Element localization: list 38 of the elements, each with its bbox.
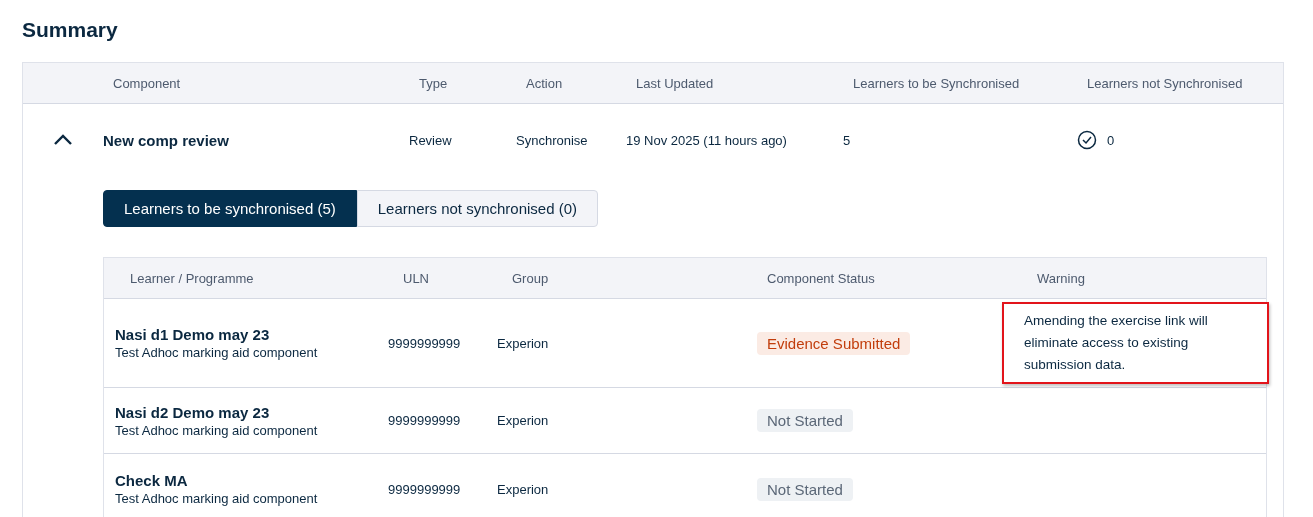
column-header: Learners not Synchronised: [1086, 75, 1244, 91]
chevron-up-icon[interactable]: [53, 134, 73, 146]
uln-cell-text: 9999999999: [388, 335, 462, 351]
group-cell-text: Experion: [497, 413, 550, 428]
column-header: Type: [418, 75, 449, 91]
column-header: Group: [511, 270, 550, 286]
column-header: Component Status: [766, 270, 876, 286]
column-header: Warning: [1036, 270, 1086, 286]
last-updated-cell-text: 19 Nov 2025 (11 hours ago): [626, 131, 788, 150]
status-badge: Not Started: [757, 477, 853, 501]
group-cell-text: Experion: [497, 481, 550, 497]
learner-name: Nasi d2 Demo may 23: [115, 403, 271, 421]
to-sync-count: 5: [843, 132, 852, 148]
uln-cell-text: 9999999999: [388, 413, 462, 428]
programme-name: Test Adhoc marking aid component: [115, 491, 319, 506]
status-badge: Not Started: [757, 409, 853, 432]
check-circle-icon: [1077, 130, 1097, 150]
learner-name: Check MA: [115, 472, 189, 489]
action-cell-text: Synchronise: [516, 132, 589, 148]
programme-name: Test Adhoc marking aid component: [115, 422, 319, 438]
column-header: Component: [112, 75, 182, 91]
column-header: Learners to be Synchronised: [852, 75, 1021, 91]
status-badge: Evidence Submitted: [757, 331, 911, 355]
component-name: New comp review: [103, 131, 230, 149]
column-header: Learner / Programme: [129, 270, 255, 286]
column-header: Action: [525, 75, 564, 91]
column-header: ULN: [402, 270, 430, 286]
tab[interactable]: Learners not synchronised (0): [356, 190, 599, 227]
type-cell-text: Review: [409, 132, 453, 148]
column-header: Last Updated: [635, 75, 715, 91]
page-title: Summary: [22, 18, 119, 42]
not-synced-count: 0: [1107, 132, 1115, 148]
group-cell-text: Experion: [497, 335, 550, 351]
uln-cell-text: 9999999999: [388, 481, 462, 497]
warning-message: Amending the exercise link will eliminate access to existing submission data.: [1002, 302, 1269, 384]
learner-name: Nasi d1 Demo may 23: [115, 326, 271, 343]
tab[interactable]: Learners to be synchronised (5): [103, 190, 357, 227]
programme-name: Test Adhoc marking aid component: [115, 345, 319, 360]
